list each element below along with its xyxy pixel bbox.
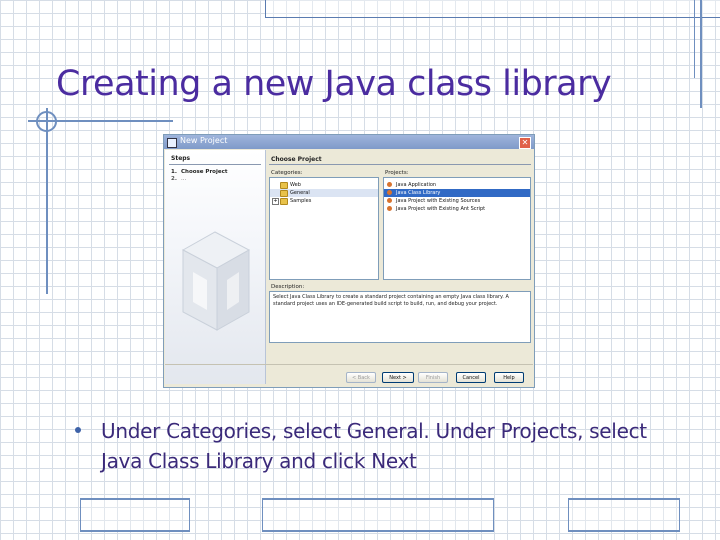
cancel-button[interactable]: Cancel (456, 372, 486, 383)
decorative-line (46, 108, 48, 294)
finish-button[interactable]: Finish (418, 372, 448, 383)
slide-title: Creating a new Java class library (56, 64, 612, 104)
back-button[interactable]: < Back (346, 372, 376, 383)
next-button[interactable]: Next > (382, 372, 414, 383)
decorative-line (700, 0, 702, 108)
step-number: 1. (171, 169, 177, 175)
categories-list[interactable]: Web General + Samples (269, 177, 379, 280)
project-label: Java Class Library (396, 190, 441, 196)
folder-icon (280, 198, 288, 205)
category-item-web[interactable]: Web (270, 181, 378, 189)
category-item-general[interactable]: General (270, 189, 378, 197)
new-project-dialog: New Project ✕ Steps 1. Choose Project 2..… (163, 134, 535, 388)
category-label: General (290, 190, 310, 196)
step-label: Choose Project (181, 169, 228, 175)
project-item-existing-ant-script[interactable]: Java Project with Existing Ant Script (384, 205, 530, 213)
description-label: Description: (271, 284, 305, 290)
step-item: 1. Choose Project (171, 169, 227, 175)
expand-icon[interactable]: + (272, 198, 279, 205)
app-icon (167, 138, 177, 148)
divider (165, 364, 533, 365)
dialog-titlebar: New Project ✕ (164, 135, 534, 149)
decorative-line (694, 0, 695, 78)
project-item-existing-sources[interactable]: Java Project with Existing Sources (384, 197, 530, 205)
divider (269, 164, 531, 165)
bullet-text: Under Categories, select General. Under … (101, 419, 647, 473)
decorative-footer-box (80, 498, 190, 532)
decorative-circle (36, 111, 57, 132)
steps-heading: Steps (171, 155, 191, 162)
category-label: Samples (290, 198, 312, 204)
description-text: Select Java Class Library to create a st… (269, 291, 531, 343)
projects-label: Projects: (385, 170, 409, 176)
project-item-java-class-library[interactable]: Java Class Library (384, 189, 530, 197)
dialog-title: New Project (180, 136, 228, 145)
java-project-icon (387, 190, 392, 195)
step-item: 2.... (171, 176, 186, 182)
java-project-icon (387, 206, 392, 211)
project-label: Java Project with Existing Sources (396, 198, 481, 204)
main-heading: Choose Project (271, 156, 322, 163)
projects-list[interactable]: Java Application Java Class Library Java… (383, 177, 531, 280)
decorative-footer-box (568, 498, 680, 532)
step-number: 2. (171, 176, 177, 182)
close-button[interactable]: ✕ (519, 137, 531, 149)
decorative-top-box (265, 0, 720, 18)
categories-label: Categories: (271, 170, 303, 176)
category-item-samples[interactable]: + Samples (270, 197, 378, 205)
folder-icon (280, 190, 288, 197)
bullet-icon (75, 427, 81, 433)
java-project-icon (387, 182, 392, 187)
project-label: Java Application (396, 182, 437, 188)
project-label: Java Project with Existing Ant Script (396, 206, 486, 212)
divider (169, 164, 261, 165)
help-button[interactable]: Help (494, 372, 524, 383)
steps-pane: Steps 1. Choose Project 2.... (165, 150, 266, 384)
category-label: Web (290, 182, 301, 188)
java-project-icon (387, 198, 392, 203)
folder-icon (280, 182, 288, 189)
decorative-footer-box (262, 498, 494, 532)
project-item-java-application[interactable]: Java Application (384, 181, 530, 189)
step-label: ... (181, 176, 187, 182)
wizard-cube-graphic (181, 231, 251, 331)
